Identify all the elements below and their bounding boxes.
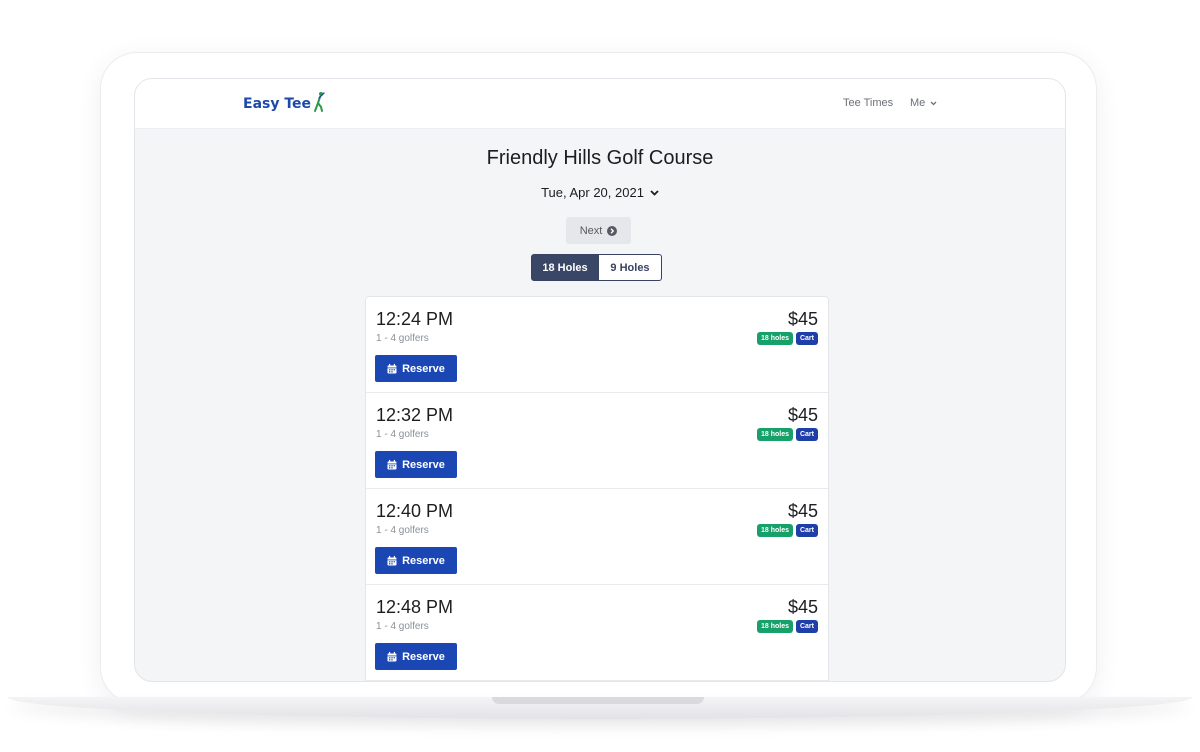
app-screen: Easy Tee Tee Times Me Friendly Hills Gol… [134,78,1066,682]
price: $45 [787,309,818,329]
tee-time: 12:48 PM [376,597,454,617]
tee-time-row: 12:40 PM 1 - 4 golfers $45 18 holes Cart [366,489,828,585]
calendar-icon [387,555,397,565]
holes-badge: 18 holes [756,620,793,633]
calendar-icon [387,459,397,469]
badges: 18 holes Cart [756,524,818,537]
badges: 18 holes Cart [756,428,818,441]
cart-badge: Cart [795,524,818,537]
reserve-label: Reserve [402,650,445,663]
holes-badge: 18 holes [756,332,793,345]
tee-time: 12:32 PM [376,405,454,425]
chevron-down-icon [650,190,659,196]
nav-me-label: Me [910,97,926,109]
reserve-label: Reserve [402,362,445,375]
date-picker[interactable]: Tue, Apr 20, 2021 [135,185,1065,201]
reserve-label: Reserve [402,554,445,567]
tee-time: 12:24 PM [376,309,454,329]
arrow-circle-right-icon [607,225,618,236]
price: $45 [787,405,818,425]
date-label: Tue, Apr 20, 2021 [541,185,644,200]
calendar-icon [387,363,397,373]
golfer-range: 1 - 4 golfers [376,333,429,344]
cart-badge: Cart [795,428,818,441]
nav-tee-times[interactable]: Tee Times [843,96,893,110]
chevron-down-icon [930,101,937,105]
next-day-button[interactable]: Next [566,217,631,244]
tee-time: 12:40 PM [376,501,454,521]
tee-time-list: 12:24 PM 1 - 4 golfers $45 18 holes Cart [365,296,829,681]
golfer-icon [314,92,325,112]
reserve-button[interactable]: Reserve [375,451,457,478]
holes-badge: 18 holes [756,524,793,537]
holes-badge: 18 holes [756,428,793,441]
golfer-range: 1 - 4 golfers [376,525,429,536]
next-label: Next [579,224,603,237]
golfer-range: 1 - 4 golfers [376,429,429,440]
page-title: Friendly Hills Golf Course [486,147,714,169]
cart-badge: Cart [795,620,818,633]
reserve-button[interactable]: Reserve [375,643,457,670]
brand-logo[interactable]: Easy Tee [243,91,326,113]
navbar: Easy Tee Tee Times Me [135,79,1065,129]
laptop-notch [492,697,704,704]
holes-toggle: 18 Holes 9 Holes [531,254,662,281]
reserve-button[interactable]: Reserve [375,547,457,574]
tee-time-row: 12:24 PM 1 - 4 golfers $45 18 holes Cart [366,297,828,393]
golfer-range: 1 - 4 golfers [376,621,429,632]
badges: 18 holes Cart [756,332,818,345]
price: $45 [787,501,818,521]
reserve-label: Reserve [402,458,445,471]
calendar-icon [387,651,397,661]
brand-name: Easy Tee [243,96,312,112]
cart-badge: Cart [795,332,818,345]
toggle-18-holes[interactable]: 18 Holes [531,254,599,281]
tee-time-row: 12:32 PM 1 - 4 golfers $45 18 holes Cart [366,393,828,489]
badges: 18 holes Cart [756,620,818,633]
tee-time-row: 12:48 PM 1 - 4 golfers $45 18 holes Cart [366,585,828,681]
toggle-9-holes[interactable]: 9 Holes [599,254,662,281]
nav-me-menu[interactable]: Me [910,96,937,110]
price: $45 [787,597,818,617]
reserve-button[interactable]: Reserve [375,355,457,382]
